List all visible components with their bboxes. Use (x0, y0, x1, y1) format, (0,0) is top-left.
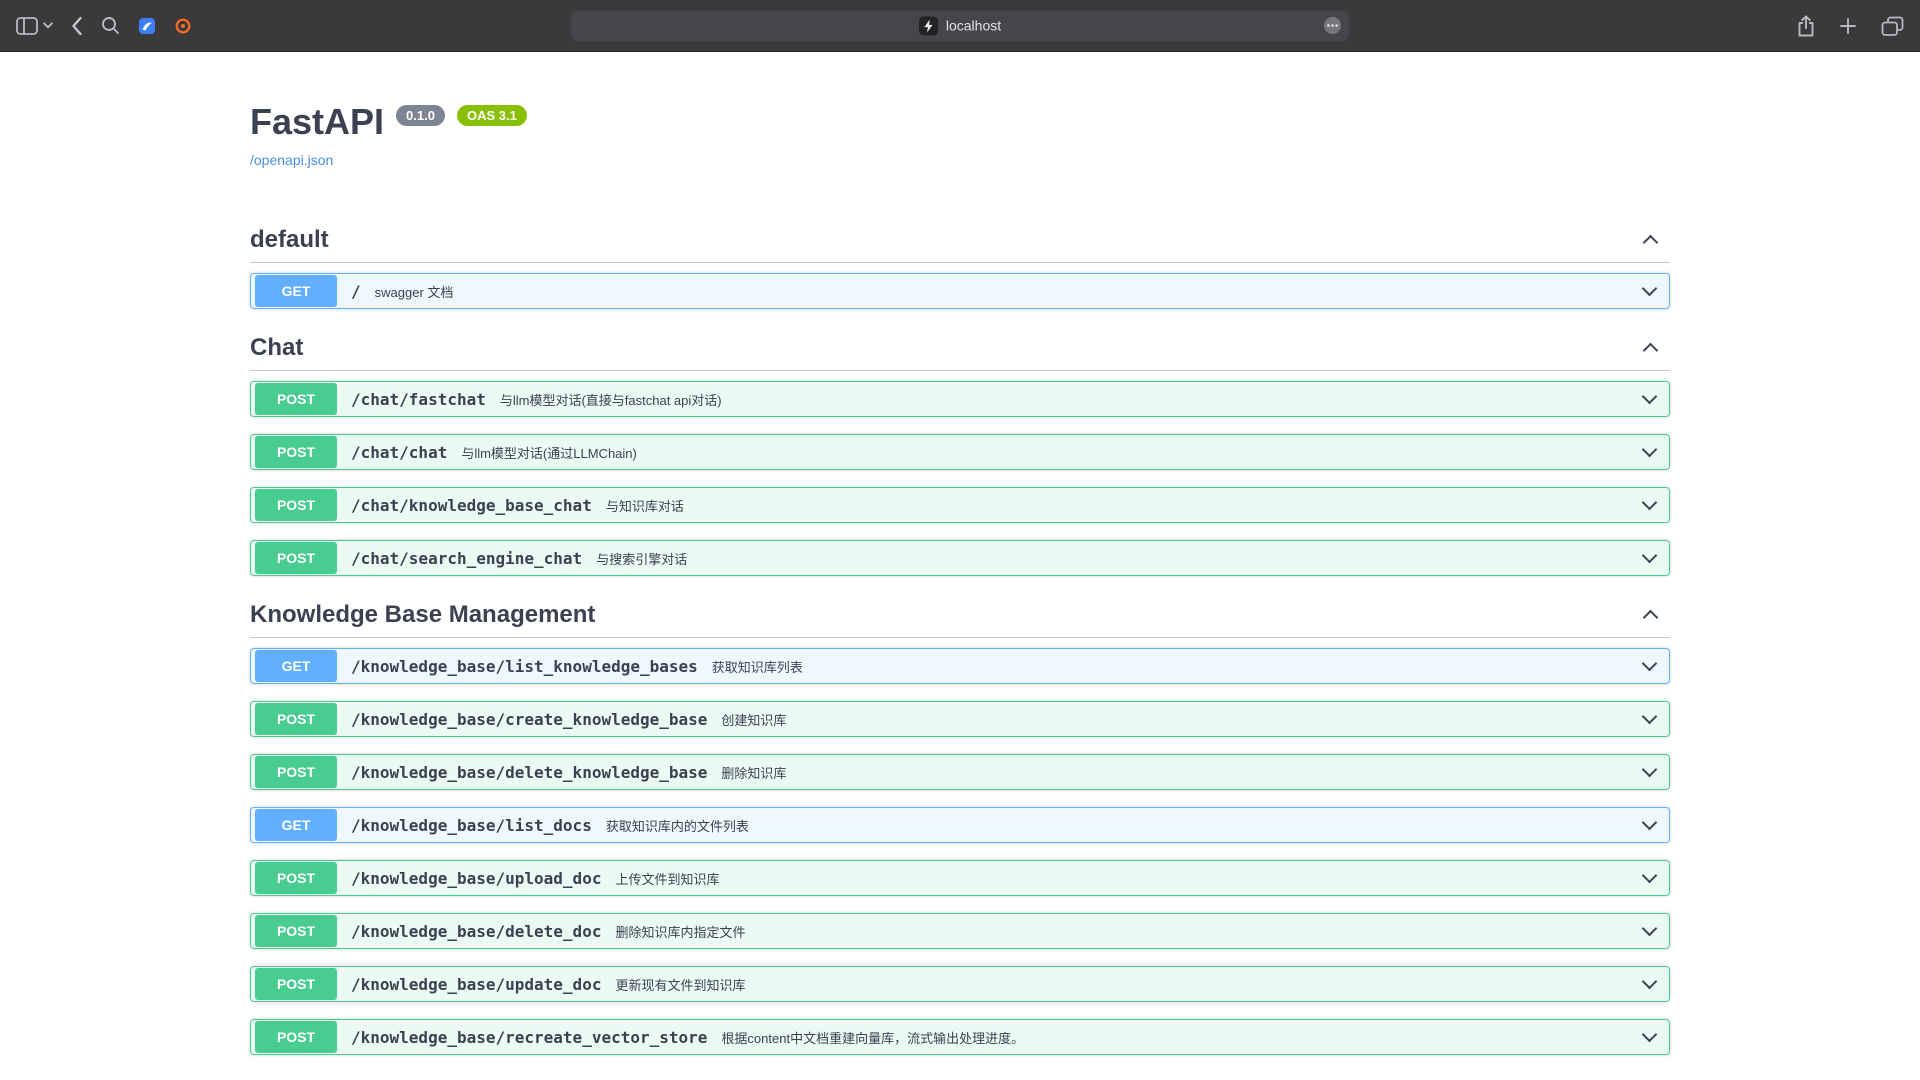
operation-summary: 与知识库对话 (606, 496, 684, 515)
extension-blue-icon[interactable] (138, 17, 156, 35)
section-knowledge-base-management: Knowledge Base Management GET /knowledge… (250, 593, 1670, 1055)
share-icon[interactable] (1797, 15, 1815, 37)
section-title: default (250, 226, 329, 254)
method-badge: POST (255, 489, 337, 521)
operation-row[interactable]: POST /knowledge_base/recreate_vector_sto… (250, 1019, 1670, 1055)
chevron-up-icon[interactable] (1643, 343, 1659, 359)
chevron-down-icon[interactable] (1642, 974, 1658, 990)
site-favicon-icon (919, 16, 938, 35)
operation-path: /knowledge_base/delete_doc (351, 922, 601, 941)
page-title: FastAPI 0.1.0 OAS 3.1 (250, 102, 1670, 142)
more-options-icon[interactable] (1323, 16, 1342, 35)
extension-orange-icon[interactable] (174, 17, 192, 35)
operation-path: /knowledge_base/recreate_vector_store (351, 1028, 707, 1047)
api-info: FastAPI 0.1.0 OAS 3.1 /openapi.json (250, 52, 1670, 170)
operation-path: /knowledge_base/list_docs (351, 816, 592, 835)
method-badge: POST (255, 383, 337, 415)
section-header-default[interactable]: default (250, 218, 1670, 263)
section-header-chat[interactable]: Chat (250, 326, 1670, 371)
operation-summary: 删除知识库 (721, 763, 786, 782)
search-icon[interactable] (101, 16, 120, 35)
operation-row[interactable]: GET /knowledge_base/list_knowledge_bases… (250, 648, 1670, 684)
operation-path: /knowledge_base/list_knowledge_bases (351, 657, 698, 676)
chevron-down-icon[interactable] (1642, 495, 1658, 511)
operation-path: / (351, 282, 361, 301)
chevron-down-icon[interactable] (1642, 1027, 1658, 1043)
operation-path: /chat/search_engine_chat (351, 549, 582, 568)
operation-path: /knowledge_base/create_knowledge_base (351, 710, 707, 729)
address-bar[interactable]: localhost (571, 10, 1349, 41)
operation-summary: 创建知识库 (721, 710, 786, 729)
method-badge: POST (255, 1021, 337, 1053)
chevron-up-icon[interactable] (1643, 610, 1659, 626)
chevron-down-icon[interactable] (1642, 868, 1658, 884)
method-badge: POST (255, 968, 337, 1000)
operation-row[interactable]: POST /chat/fastchat 与llm模型对话(直接与fastchat… (250, 381, 1670, 417)
operation-row[interactable]: POST /chat/chat 与llm模型对话(通过LLMChain) (250, 434, 1670, 470)
section-title: Knowledge Base Management (250, 601, 595, 629)
method-badge: POST (255, 862, 337, 894)
operation-summary: swagger 文档 (375, 282, 454, 301)
swagger-page: FastAPI 0.1.0 OAS 3.1 /openapi.json defa… (0, 52, 1920, 1080)
browser-toolbar: localhost (0, 0, 1920, 52)
operation-row[interactable]: POST /knowledge_base/update_doc 更新现有文件到知… (250, 966, 1670, 1002)
method-badge: GET (255, 809, 337, 841)
openapi-json-link[interactable]: /openapi.json (250, 152, 333, 168)
chevron-down-icon[interactable] (1642, 709, 1658, 725)
operation-summary: 上传文件到知识库 (615, 869, 719, 888)
operation-summary: 更新现有文件到知识库 (615, 975, 745, 994)
chevron-down-icon[interactable] (1642, 442, 1658, 458)
operation-summary: 与llm模型对话(通过LLMChain) (461, 443, 637, 462)
operation-path: /knowledge_base/upload_doc (351, 869, 601, 888)
operation-summary: 删除知识库内指定文件 (615, 922, 745, 941)
chevron-down-icon[interactable] (1642, 389, 1658, 405)
method-badge: POST (255, 756, 337, 788)
method-badge: POST (255, 703, 337, 735)
operation-row[interactable]: POST /knowledge_base/delete_knowledge_ba… (250, 754, 1670, 790)
operation-summary: 根据content中文档重建向量库，流式输出处理进度。 (721, 1028, 1024, 1047)
url-text: localhost (946, 18, 1001, 34)
chevron-down-icon[interactable] (1642, 656, 1658, 672)
version-badge: 0.1.0 (396, 105, 445, 126)
chevron-down-icon[interactable] (1642, 548, 1658, 564)
operation-row[interactable]: POST /knowledge_base/delete_doc 删除知识库内指定… (250, 913, 1670, 949)
operation-summary: 与llm模型对话(直接与fastchat api对话) (500, 390, 722, 409)
chevron-down-icon[interactable] (1642, 281, 1658, 297)
operation-row[interactable]: GET / swagger 文档 (250, 273, 1670, 309)
oas-badge: OAS 3.1 (457, 105, 527, 126)
operation-summary: 获取知识库内的文件列表 (606, 816, 749, 835)
back-icon[interactable] (71, 16, 83, 36)
tab-overview-icon[interactable] (1881, 16, 1904, 37)
method-badge: GET (255, 650, 337, 682)
operation-path: /chat/chat (351, 443, 447, 462)
api-title-text: FastAPI (250, 102, 384, 142)
chevron-down-icon[interactable] (1642, 762, 1658, 778)
method-badge: POST (255, 436, 337, 468)
operation-summary: 与搜索引擎对话 (596, 549, 687, 568)
operation-row[interactable]: POST /knowledge_base/upload_doc 上传文件到知识库 (250, 860, 1670, 896)
section-title: Chat (250, 334, 303, 362)
operation-path: /knowledge_base/update_doc (351, 975, 601, 994)
operation-row[interactable]: POST /chat/knowledge_base_chat 与知识库对话 (250, 487, 1670, 523)
section-default: default GET / swagger 文档 (250, 218, 1670, 309)
section-header-knowledge-base-management[interactable]: Knowledge Base Management (250, 593, 1670, 638)
operation-path: /knowledge_base/delete_knowledge_base (351, 763, 707, 782)
operation-path: /chat/fastchat (351, 390, 486, 409)
sidebar-chevron-down-icon[interactable] (43, 22, 53, 29)
method-badge: POST (255, 542, 337, 574)
method-badge: GET (255, 275, 337, 307)
operation-path: /chat/knowledge_base_chat (351, 496, 592, 515)
operation-row[interactable]: POST /chat/search_engine_chat 与搜索引擎对话 (250, 540, 1670, 576)
sidebar-icon[interactable] (16, 17, 38, 35)
chevron-down-icon[interactable] (1642, 921, 1658, 937)
chevron-up-icon[interactable] (1643, 235, 1659, 251)
method-badge: POST (255, 915, 337, 947)
new-tab-icon[interactable] (1839, 17, 1857, 35)
operation-summary: 获取知识库列表 (712, 657, 803, 676)
chevron-down-icon[interactable] (1642, 815, 1658, 831)
operation-row[interactable]: GET /knowledge_base/list_docs 获取知识库内的文件列… (250, 807, 1670, 843)
section-chat: Chat POST /chat/fastchat 与llm模型对话(直接与fas… (250, 326, 1670, 576)
operation-row[interactable]: POST /knowledge_base/create_knowledge_ba… (250, 701, 1670, 737)
